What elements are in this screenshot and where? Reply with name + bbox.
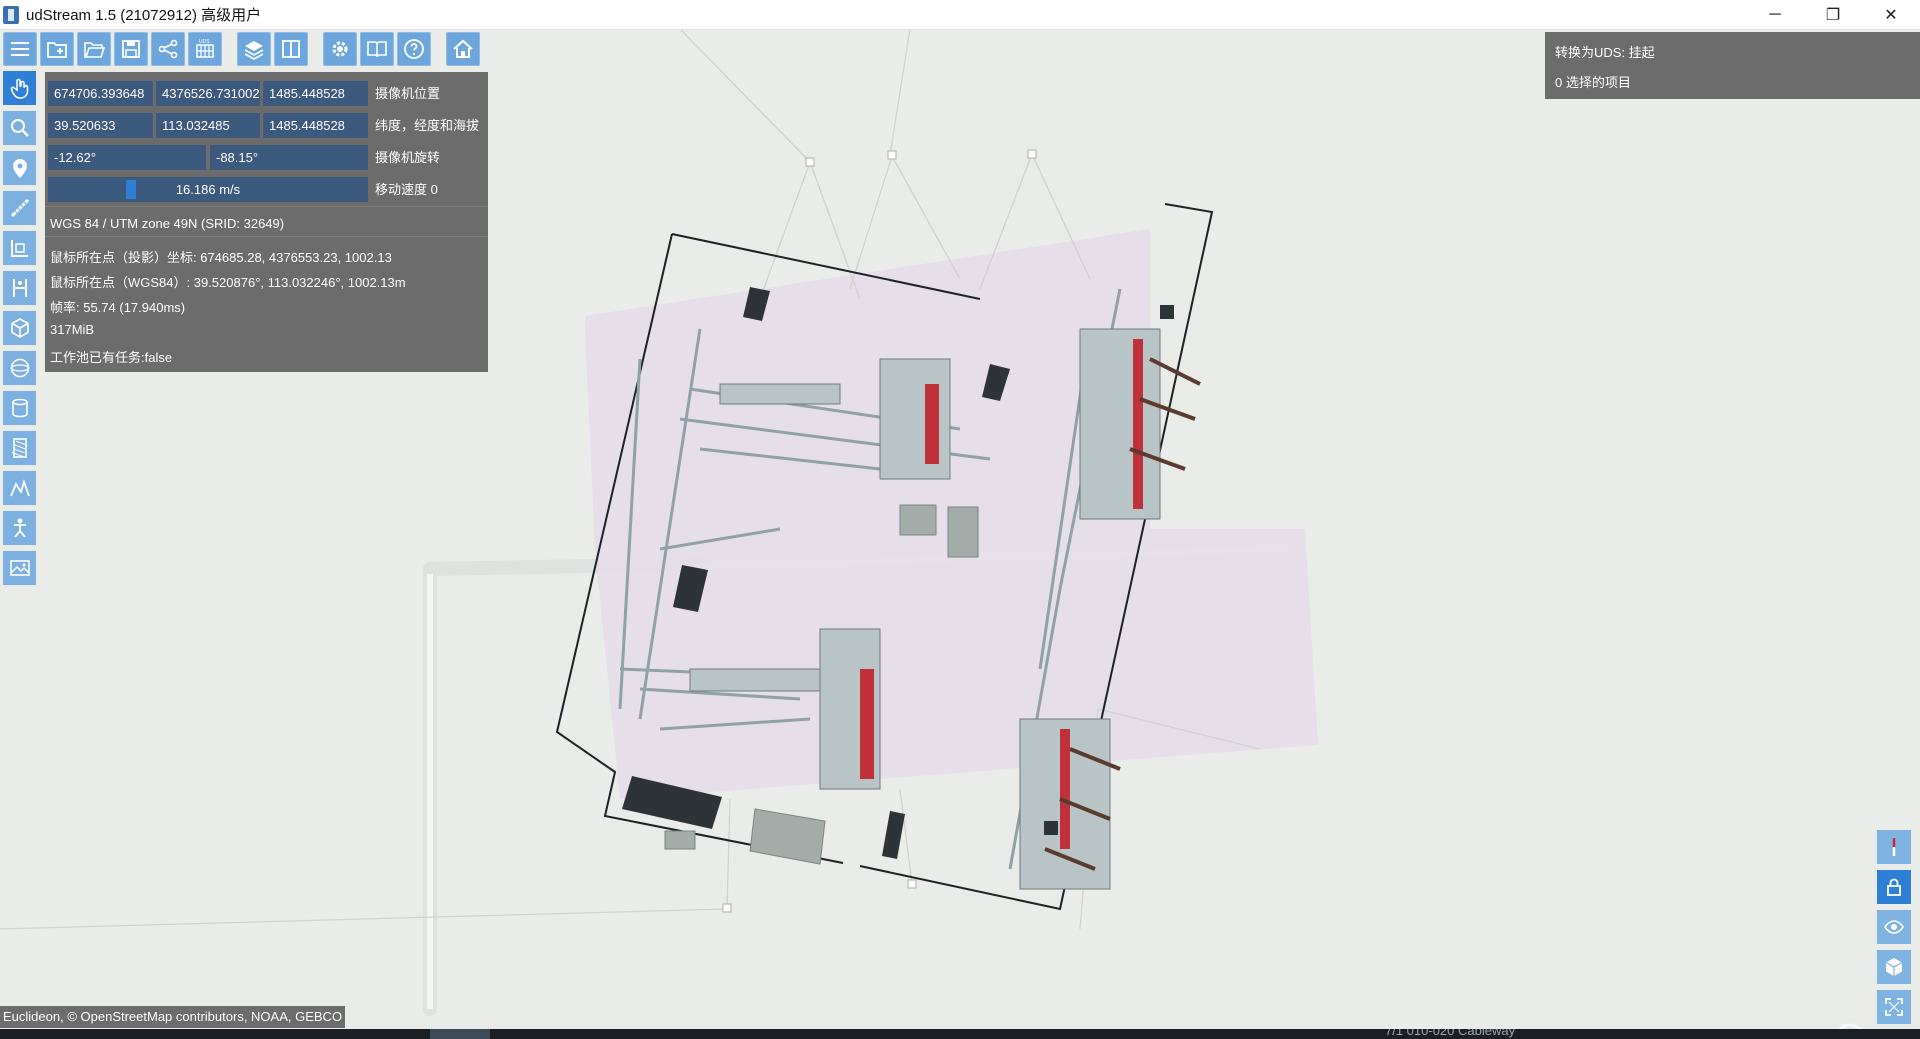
map-attribution: Euclideon, © OpenStreetMap contributors,… xyxy=(0,1006,346,1028)
speed-slider-thumb[interactable] xyxy=(126,180,136,199)
fps-text: 帧率: 55.74 (17.940ms) xyxy=(50,300,186,315)
memory-text: 317MiB xyxy=(50,322,95,337)
altitude-field[interactable]: 1485.448528 xyxy=(263,113,368,138)
svg-text:UDS: UDS xyxy=(199,39,210,45)
lock-icon[interactable] xyxy=(1877,870,1911,904)
mouse-wgs84-text: 鼠标所在点（WGS84）: 39.520876°, 113.032246°, 1… xyxy=(50,275,406,290)
new-project-icon[interactable] xyxy=(40,32,74,66)
hand-pan-icon[interactable] xyxy=(3,71,36,105)
compass-north-icon[interactable] xyxy=(1877,830,1911,864)
crs-text: WGS 84 / UTM zone 49N (SRID: 32649) xyxy=(50,216,285,231)
book-icon[interactable] xyxy=(360,32,394,66)
fullscreen-icon[interactable] xyxy=(1877,990,1911,1024)
title-bar: udStream 1.5 (21072912) 高级用户 ─ ❐ ✕ xyxy=(0,0,1920,30)
eye-icon[interactable] xyxy=(1877,910,1911,944)
minimize-button[interactable]: ─ xyxy=(1746,0,1804,29)
selected-items-text: 0 选择的项目 xyxy=(1555,75,1631,90)
location-pin-icon[interactable] xyxy=(3,151,36,185)
share-icon[interactable] xyxy=(151,32,185,66)
polyline-icon[interactable] xyxy=(3,471,36,505)
camera-position-z-field[interactable]: 1485.448528 xyxy=(263,81,368,106)
taskbar-text: 7/1 010-020 Cableway xyxy=(1385,1029,1516,1038)
move-speed-slider[interactable]: 16.186 m/s xyxy=(48,177,368,202)
cylinder-icon[interactable] xyxy=(3,391,36,425)
latitude-field[interactable]: 39.520633 xyxy=(48,113,153,138)
person-icon[interactable] xyxy=(3,511,36,545)
layers-icon[interactable] xyxy=(237,32,271,66)
longitude-field[interactable]: 113.032485 xyxy=(156,113,260,138)
work-pool-text: 工作池已有任务:false xyxy=(50,350,173,365)
camera-rotation-label: 摄像机旋转 xyxy=(375,150,441,165)
convert-status-text: 转换为UDS: 挂起 xyxy=(1555,45,1655,60)
open-folder-icon[interactable] xyxy=(77,32,111,66)
split-view-icon[interactable] xyxy=(274,32,308,66)
convert-icon[interactable]: UDS xyxy=(188,32,222,66)
vertical-measure-icon[interactable] xyxy=(3,271,36,305)
home-icon[interactable] xyxy=(446,32,480,66)
speed-value: 16.186 m/s xyxy=(175,182,241,197)
taskbar: 7/1 010-020 Cableway xyxy=(0,1029,1920,1039)
save-icon[interactable] xyxy=(114,32,148,66)
mouse-projected-text: 鼠标所在点（投影）坐标: 674685.28, 4376553.23, 1002… xyxy=(50,250,392,265)
camera-position-y-field[interactable]: 4376526.731002 xyxy=(156,81,260,106)
window-title: udStream 1.5 (21072912) 高级用户 xyxy=(26,7,262,24)
conversion-status-panel: 转换为UDS: 挂起 0 选择的项目 xyxy=(1545,32,1920,99)
camera-info-panel: 674706.393648 4376526.731002 1485.448528… xyxy=(45,72,488,372)
search-icon[interactable] xyxy=(3,111,36,145)
camera-pitch-field[interactable]: -12.62° xyxy=(48,145,206,170)
height-measure-icon[interactable] xyxy=(3,231,36,265)
taskbar-active-app[interactable] xyxy=(430,1029,490,1039)
close-button[interactable]: ✕ xyxy=(1862,0,1920,29)
app-icon xyxy=(3,5,19,24)
hatch-icon[interactable] xyxy=(3,431,36,465)
camera-position-label: 摄像机位置 xyxy=(375,86,441,101)
camera-position-x-field[interactable]: 674706.393648 xyxy=(48,81,153,106)
cube-icon[interactable] xyxy=(3,311,36,345)
camera-yaw-field[interactable]: -88.15° xyxy=(210,145,368,170)
speed-label: 移动速度 0 xyxy=(375,182,438,197)
restore-button[interactable]: ❐ xyxy=(1804,0,1862,29)
ruler-icon[interactable] xyxy=(3,191,36,225)
latlon-label: 纬度，经度和海拔 xyxy=(375,118,480,133)
menu-icon[interactable] xyxy=(3,32,37,66)
view-cube-icon[interactable] xyxy=(1877,950,1911,984)
settings-icon[interactable] xyxy=(323,32,357,66)
help-icon[interactable] xyxy=(397,32,431,66)
image-icon[interactable] xyxy=(3,551,36,585)
sphere-icon[interactable] xyxy=(3,351,36,385)
